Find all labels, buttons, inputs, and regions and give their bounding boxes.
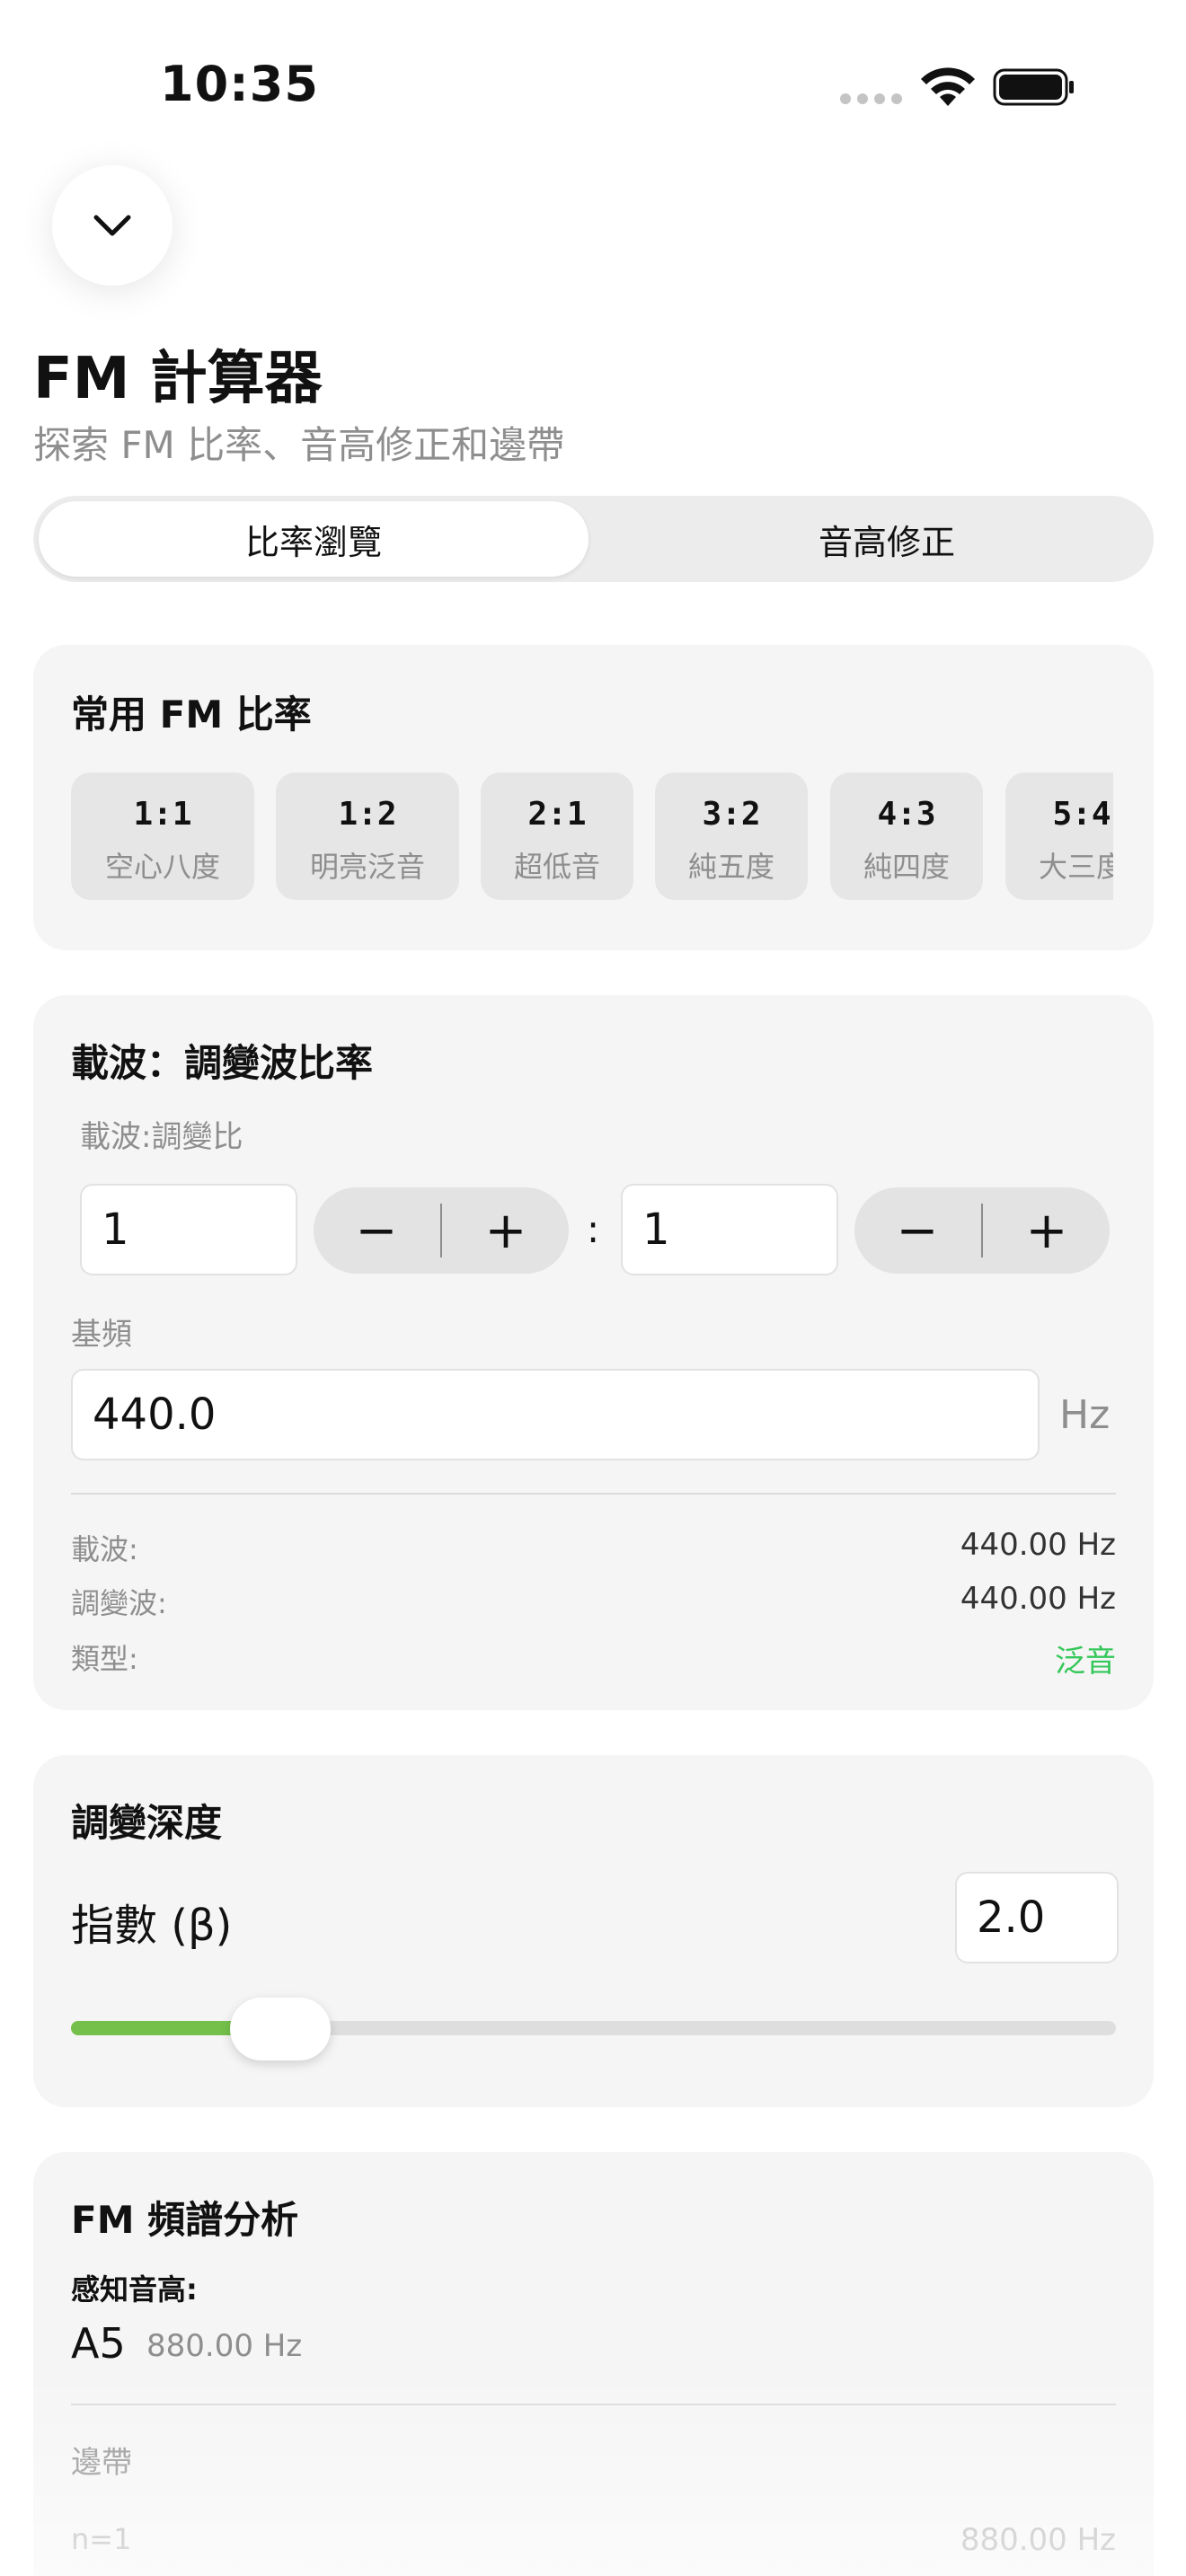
common-ratios-card: 常用 FM 比率 1:1 空心八度 1:2 明亮泛音 2:1 超低音 3:2 純… [33,645,1154,950]
modulator-increment-button[interactable]: + [984,1187,1110,1274]
divider [71,2404,1116,2405]
modulation-depth-card: 調變深度 指數 (β) 2.0 [33,1755,1154,2107]
ratio-chip-value: 4:3 [877,796,936,833]
wifi-icon [921,67,975,106]
index-slider-thumb[interactable] [229,1998,331,2060]
type-label: 類型: [71,1642,138,1676]
modulator-input[interactable]: 1 [621,1184,838,1275]
spectrum-title: FM 頻譜分析 [71,2198,299,2242]
ratio-chip-value: 5:4 [1052,796,1111,833]
ratio-chip-list[interactable]: 1:1 空心八度 1:2 明亮泛音 2:1 超低音 3:2 純五度 4:3 純四… [71,772,1113,904]
modulator-freq-value: 440.00 Hz [960,1581,1116,1617]
ratio-chip-value: 1:1 [133,796,192,833]
base-frequency-label: 基頻 [71,1317,132,1353]
ratio-chip[interactable]: 4:3 純四度 [830,772,983,900]
cellular-signal-icon [840,93,902,104]
modulator-decrement-button[interactable]: − [854,1187,980,1274]
base-frequency-input[interactable]: 440.0 [71,1369,1040,1460]
divider [71,1493,1116,1495]
sideband-row-label: n=1 [71,2522,132,2556]
ratio-chip[interactable]: 3:2 純五度 [655,772,808,900]
ratio-chip-name: 純五度 [687,850,774,884]
ratio-chip-name: 明亮泛音 [309,850,425,884]
common-ratios-title: 常用 FM 比率 [71,693,312,737]
type-value: 泛音 [1055,1644,1116,1680]
carrier-freq-value: 440.00 Hz [960,1527,1116,1563]
ratio-chip-value: 2:1 [527,796,587,833]
collapse-button[interactable] [52,165,173,286]
carrier-input[interactable]: 1 [80,1184,297,1275]
perceived-pitch-label: 感知音高: [71,2272,198,2307]
ratio-chip-name: 空心八度 [104,850,220,884]
tab-ratio-browser[interactable]: 比率瀏覽 [39,501,589,577]
index-slider-track[interactable] [71,2021,1116,2035]
base-frequency-unit: Hz [1059,1392,1111,1438]
ratio-chip[interactable]: 2:1 超低音 [481,772,633,900]
status-time: 10:35 [160,56,319,112]
carrier-stepper: − + [314,1187,569,1274]
mode-segmented-control: 比率瀏覽 音高修正 [33,496,1154,582]
battery-icon [993,68,1074,106]
index-input[interactable]: 2.0 [955,1872,1119,1963]
carrier-freq-label: 載波: [71,1532,138,1566]
page-subtitle: 探索 FM 比率、音高修正和邊帶 [33,423,565,467]
ratio-chip[interactable]: 1:2 明亮泛音 [276,772,459,900]
ratio-label: 載波:調變比 [80,1119,243,1155]
modulation-depth-title: 調變深度 [71,1801,223,1845]
index-label: 指數 (β) [71,1901,233,1951]
carrier-increment-button[interactable]: + [443,1187,569,1274]
sideband-row-value: 880.00 Hz [960,2522,1116,2558]
perceived-frequency: 880.00 Hz [146,2328,303,2364]
ratio-chip-name: 超低音 [513,850,600,884]
ratio-chip-name: 純四度 [863,850,950,884]
ratio-chip-value: 1:2 [338,796,397,833]
tab-pitch-correction[interactable]: 音高修正 [626,501,1147,577]
ratio-separator: : [587,1207,600,1251]
ratio-chip-name: 大三度 [1038,850,1113,884]
sidebands-label: 邊帶 [71,2445,132,2481]
carrier-modulator-title: 載波：調變波比率 [71,1041,374,1085]
page-title: FM 計算器 [33,346,323,412]
modulator-freq-label: 調變波: [71,1586,167,1620]
carrier-modulator-card: 載波：調變波比率 載波:調變比 1 − + : 1 − + 基頻 440.0 H… [33,995,1154,1710]
modulator-stepper: − + [854,1187,1110,1274]
ratio-chip[interactable]: 5:4 大三度 [1005,772,1113,900]
spectrum-card: FM 頻譜分析 感知音高: A5 880.00 Hz 邊帶 n=1 880.00… [33,2152,1154,2576]
chevron-down-icon [93,215,131,236]
carrier-decrement-button[interactable]: − [314,1187,439,1274]
perceived-note: A5 [71,2319,126,2368]
ratio-chip[interactable]: 1:1 空心八度 [71,772,254,900]
ratio-chip-value: 3:2 [702,796,761,833]
status-bar: 10:35 [0,0,1186,162]
